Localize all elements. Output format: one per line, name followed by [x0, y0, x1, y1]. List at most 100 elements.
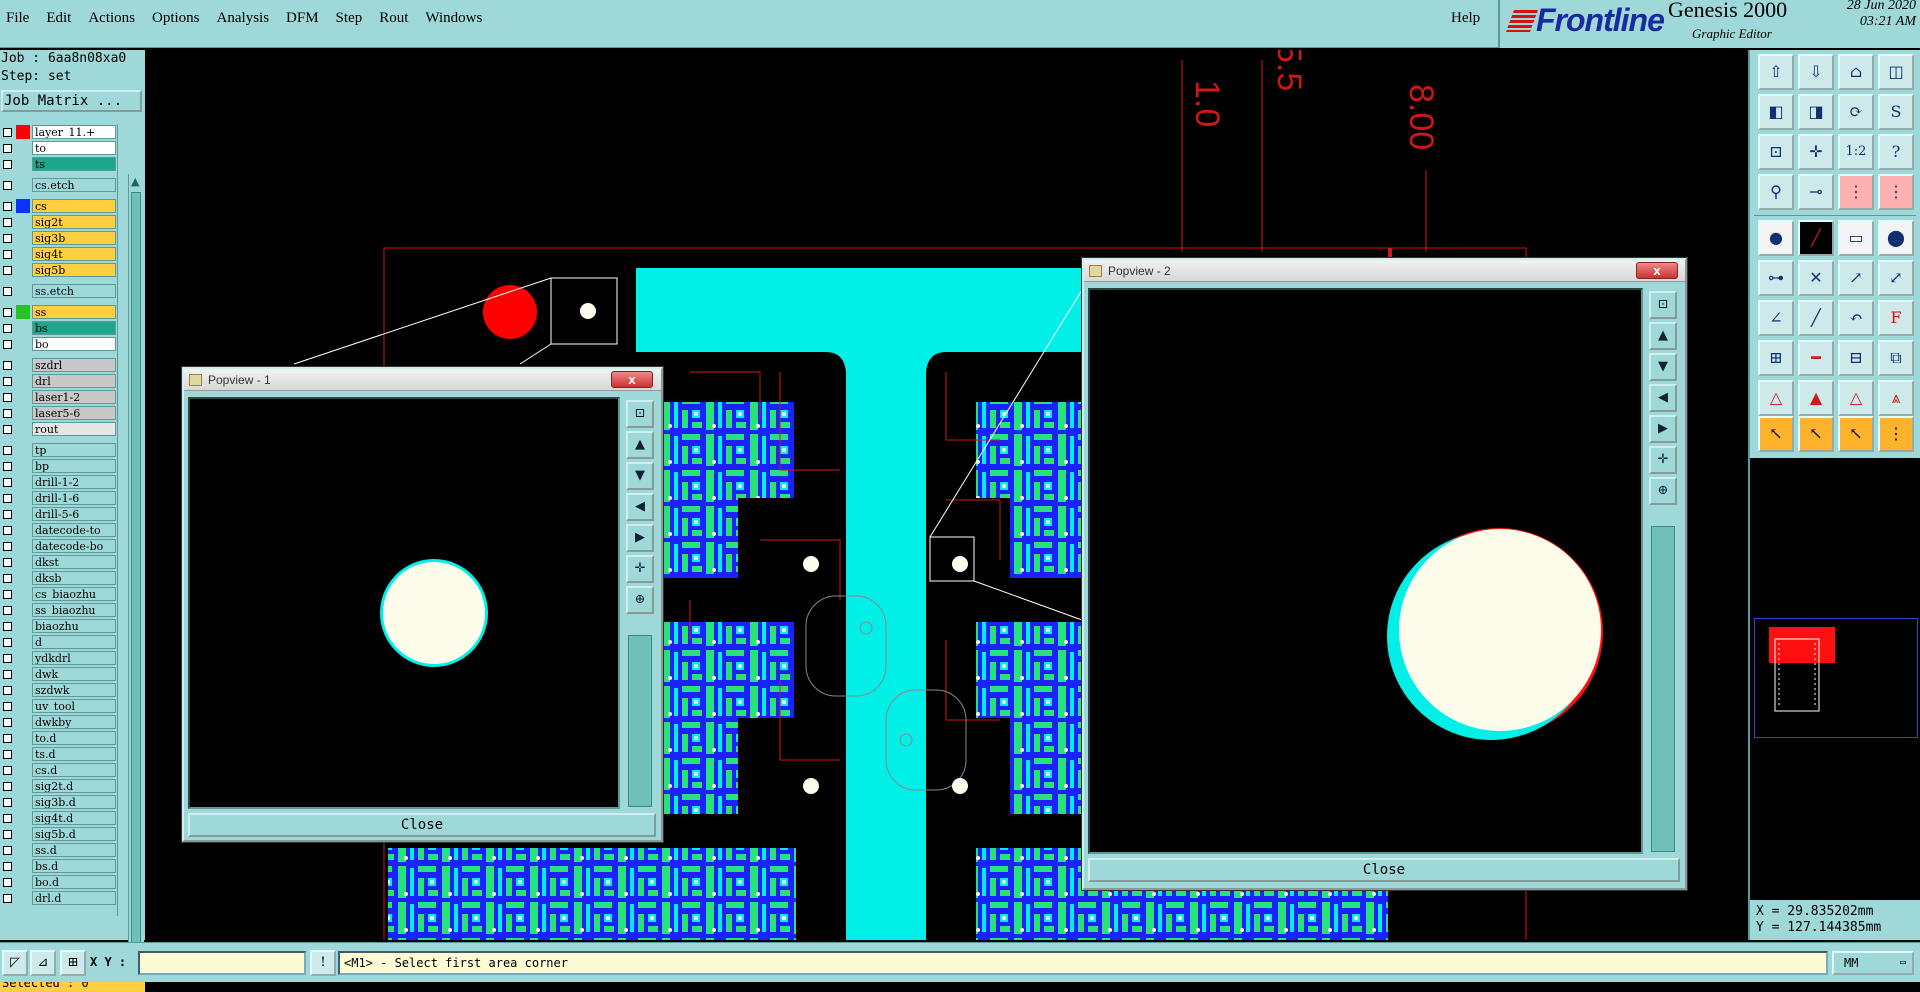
layer-checkbox[interactable]	[3, 446, 12, 455]
popview-zoom-fit-icon[interactable]: ⊡	[1649, 291, 1677, 319]
popview-zoom-fit-icon[interactable]: ⊡	[626, 400, 654, 428]
layer-row[interactable]: sig4t.d	[0, 810, 117, 826]
layer-checkbox[interactable]	[3, 160, 12, 169]
layer-checkbox[interactable]	[3, 574, 12, 583]
layer-row[interactable]: ts	[0, 156, 117, 172]
layer-row[interactable]: uv_tool	[0, 698, 117, 714]
layer-name[interactable]: sig3b.d	[32, 795, 116, 809]
layer-name[interactable]: sig2t.d	[32, 779, 116, 793]
popview-2-close-button[interactable]: Close	[1088, 858, 1680, 882]
zoom-fit-icon[interactable]: ⊡	[1758, 134, 1794, 170]
layer-row[interactable]: d	[0, 634, 117, 650]
layer-row[interactable]: cs_biaozhu	[0, 586, 117, 602]
layer-checkbox[interactable]	[3, 250, 12, 259]
layer-name[interactable]: uv_tool	[32, 699, 116, 713]
popview-2-close-x-button[interactable]: x	[1636, 262, 1678, 279]
layer-name[interactable]: d	[32, 635, 116, 649]
layer-row[interactable]: dkst	[0, 554, 117, 570]
menu-options[interactable]: Options	[152, 10, 200, 27]
layer-color-swatch[interactable]	[16, 199, 30, 213]
layer-name[interactable]: ss_biaozhu	[32, 603, 116, 617]
layer-row[interactable]: bp	[0, 458, 117, 474]
layer-row[interactable]: ss	[0, 304, 117, 320]
layer-row[interactable]: sig5b	[0, 262, 117, 278]
layer-checkbox[interactable]	[3, 846, 12, 855]
add-line-icon[interactable]: ╱	[1798, 220, 1834, 256]
add-circle-icon[interactable]: ⬤	[1878, 220, 1914, 256]
layer-name[interactable]: rout	[32, 422, 116, 436]
layer-color-swatch[interactable]	[16, 125, 30, 139]
layer-checkbox[interactable]	[3, 558, 12, 567]
menu-file[interactable]: File	[6, 10, 29, 27]
popview-1-scrollbar[interactable]	[628, 635, 652, 807]
layer-checkbox[interactable]	[3, 478, 12, 487]
layer-checkbox[interactable]	[3, 798, 12, 807]
zoom-in-icon[interactable]: ⇩	[1798, 54, 1834, 90]
cross-icon[interactable]: ✕	[1798, 260, 1834, 296]
select-area-icon[interactable]: ↖	[1838, 416, 1874, 452]
layer-name[interactable]: bo	[32, 337, 116, 351]
layer-checkbox[interactable]	[3, 638, 12, 647]
layer-row[interactable]: ydkdrl	[0, 650, 117, 666]
layer-row[interactable]: ss.etch	[0, 283, 117, 299]
zoom-center-icon[interactable]: ✛	[1798, 134, 1834, 170]
layer-name[interactable]: szdrl	[32, 358, 116, 372]
layer-checkbox[interactable]	[3, 181, 12, 190]
popview-1-titlebar[interactable]: Popview - 1 x	[184, 369, 661, 391]
layer-row[interactable]: dwk	[0, 666, 117, 682]
resize-icon[interactable]: ⊞	[1758, 340, 1794, 376]
connect-icon[interactable]: ⊶	[1758, 260, 1794, 296]
job-matrix-button[interactable]: Job Matrix ...	[1, 90, 142, 112]
popview-2-scrollbar[interactable]	[1651, 526, 1675, 852]
layer-checkbox[interactable]	[3, 606, 12, 615]
menu-actions[interactable]: Actions	[88, 10, 135, 27]
layer-name[interactable]: tp	[32, 443, 116, 457]
group-icon[interactable]: ⧉	[1878, 340, 1914, 376]
popview-pan-left-icon[interactable]: ◀	[1649, 384, 1677, 412]
layer-name[interactable]: dwkby	[32, 715, 116, 729]
layer-name[interactable]: datecode-bo	[32, 539, 116, 553]
layer-name[interactable]: ts.d	[32, 747, 116, 761]
layer-name[interactable]: cs.etch	[32, 178, 116, 192]
layer-row[interactable]: drill-5-6	[0, 506, 117, 522]
layer-checkbox[interactable]	[3, 266, 12, 275]
layer-name[interactable]: cs_biaozhu	[32, 587, 116, 601]
copy-icon[interactable]: ⤢	[1878, 260, 1914, 296]
layer-checkbox[interactable]	[3, 287, 12, 296]
layer-checkbox[interactable]	[3, 361, 12, 370]
split-icon[interactable]: ━	[1798, 340, 1834, 376]
menu-rout[interactable]: Rout	[379, 10, 408, 27]
layer-name[interactable]: cs.d	[32, 763, 116, 777]
menu-analysis[interactable]: Analysis	[217, 10, 270, 27]
grid-icon[interactable]: ⊞	[60, 950, 86, 976]
popview-center-icon[interactable]: ⊕	[626, 586, 654, 614]
layer-row[interactable]: drl	[0, 373, 117, 389]
layer-checkbox[interactable]	[3, 878, 12, 887]
layer-name[interactable]: bp	[32, 459, 116, 473]
layer-name[interactable]: cs	[32, 199, 116, 213]
layer-row[interactable]: datecode-to	[0, 522, 117, 538]
layer-row[interactable]: dksb	[0, 570, 117, 586]
layer-checkbox[interactable]	[3, 377, 12, 386]
popview-center-icon[interactable]: ⊕	[1649, 477, 1677, 505]
layer-row[interactable]: cs	[0, 198, 117, 214]
layer-checkbox[interactable]	[3, 702, 12, 711]
layer-name[interactable]: dwk	[32, 667, 116, 681]
layer-name[interactable]: bs.d	[32, 859, 116, 873]
layer-name[interactable]: laser5-6	[32, 406, 116, 420]
layer-row[interactable]: bs	[0, 320, 117, 336]
layer-checkbox[interactable]	[3, 830, 12, 839]
layer-row[interactable]: laser1-2	[0, 389, 117, 405]
layer-checkbox[interactable]	[3, 202, 12, 211]
add-pad-icon[interactable]: ●	[1758, 220, 1794, 256]
select-net-icon[interactable]: ⋮	[1878, 416, 1914, 452]
layer-row[interactable]: sig3b.d	[0, 794, 117, 810]
layer-name[interactable]: sig4t	[32, 247, 116, 261]
triangle-2-icon[interactable]: ▲	[1798, 380, 1834, 416]
select-icon[interactable]: ↖	[1758, 416, 1794, 452]
triangle-1-icon[interactable]: △	[1758, 380, 1794, 416]
move-icon[interactable]: ↗	[1838, 260, 1874, 296]
layer-row[interactable]: cs.d	[0, 762, 117, 778]
pan-left-icon[interactable]: ◧	[1758, 94, 1794, 130]
layer-checkbox[interactable]	[3, 324, 12, 333]
